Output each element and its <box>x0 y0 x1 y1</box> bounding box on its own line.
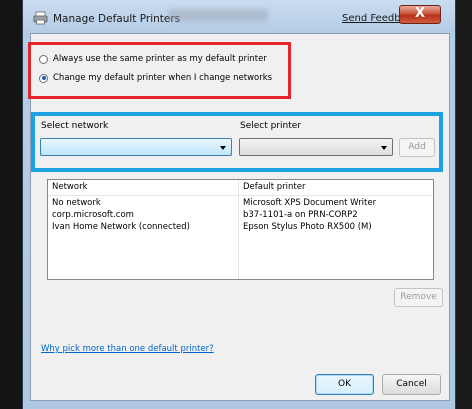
cancel-button[interactable]: Cancel <box>382 374 441 395</box>
radio-button-checked[interactable] <box>39 73 48 83</box>
close-button[interactable]: X <box>399 5 441 24</box>
list-header: Network Default printer <box>48 180 433 196</box>
select-printer-label: Select printer <box>240 121 302 131</box>
printer-cell: Epson Stylus Photo RX500 (M) <box>243 222 372 232</box>
column-header-network[interactable]: Network <box>52 180 88 195</box>
mode-highlight-box <box>28 42 291 99</box>
network-printer-list: Network Default printer No network Micro… <box>47 179 434 280</box>
network-cell: No network <box>52 198 101 208</box>
title-bar: Manage Default Printers Send Feedback X <box>23 0 455 36</box>
background-right <box>456 0 472 409</box>
dialog-client-area: Always use the same printer as my defaul… <box>28 33 450 401</box>
radio-change-with-network[interactable]: Change my default printer when I change … <box>39 73 272 83</box>
close-icon: X <box>414 6 426 21</box>
list-item[interactable]: No network Microsoft XPS Document Writer <box>48 197 433 209</box>
chevron-down-icon <box>381 146 387 150</box>
remove-button[interactable]: Remove <box>394 288 443 307</box>
chevron-down-icon <box>220 146 226 150</box>
why-more-printers-link[interactable]: Why pick more than one default printer? <box>41 344 214 354</box>
select-network-label: Select network <box>41 121 109 131</box>
network-cell: corp.microsoft.com <box>52 210 134 220</box>
list-item[interactable]: Ivan Home Network (connected) Epson Styl… <box>48 221 433 233</box>
add-button[interactable]: Add <box>399 138 435 157</box>
ok-button[interactable]: OK <box>315 374 374 395</box>
printer-dropdown[interactable] <box>239 138 393 156</box>
radio-button-unchecked[interactable] <box>39 54 48 64</box>
blurred-title-region <box>168 9 268 21</box>
printer-icon <box>33 11 48 25</box>
radio-label-change: Change my default printer when I change … <box>53 73 273 83</box>
network-cell: Ivan Home Network (connected) <box>52 222 190 232</box>
radio-label-always: Always use the same printer as my defaul… <box>53 54 267 64</box>
radio-always-same[interactable]: Always use the same printer as my defaul… <box>39 54 267 64</box>
column-header-default-printer[interactable]: Default printer <box>243 180 305 195</box>
printer-cell: Microsoft XPS Document Writer <box>243 198 377 208</box>
dialog-window: Manage Default Printers Send Feedback X … <box>22 0 456 409</box>
background-left <box>0 0 22 409</box>
window-title: Manage Default Printers <box>53 13 181 25</box>
network-dropdown[interactable] <box>40 138 232 156</box>
list-item[interactable]: corp.microsoft.com b37-1101-a on PRN-COR… <box>48 209 433 221</box>
printer-cell: b37-1101-a on PRN-CORP2 <box>243 210 358 220</box>
